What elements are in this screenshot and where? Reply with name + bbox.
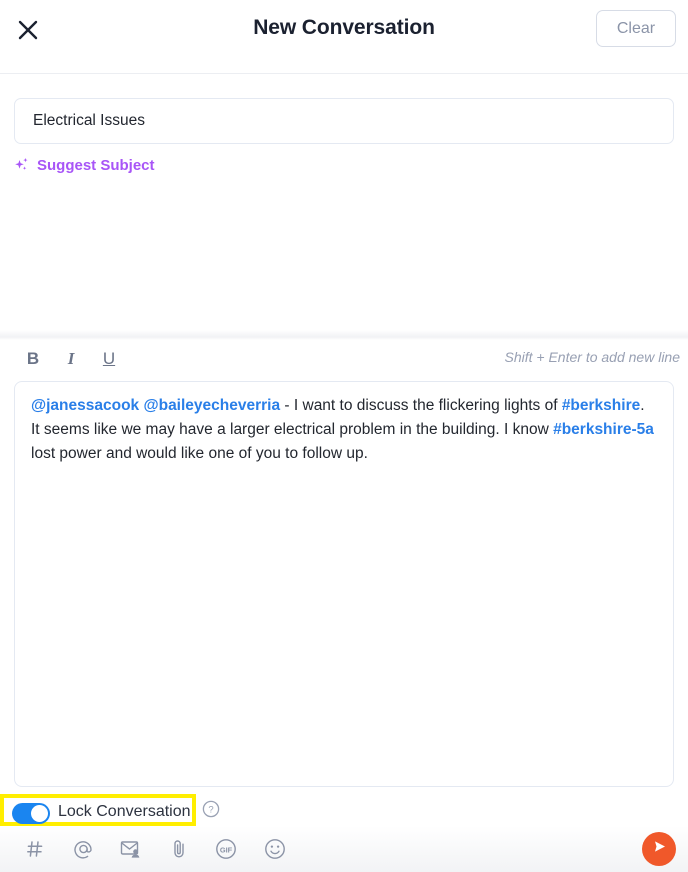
italic-button[interactable]: I — [58, 346, 84, 372]
new-conversation-dialog: New Conversation Clear Suggest Subject B… — [0, 0, 688, 872]
emoji-icon[interactable] — [260, 834, 290, 864]
message-plain-text: - I want to discuss the flickering light… — [280, 397, 562, 414]
bold-button[interactable]: B — [20, 346, 46, 372]
mention-token[interactable]: @baileyecheverria — [143, 397, 280, 414]
channel-token[interactable]: #berkshire — [562, 397, 640, 414]
message-text: @janessacook @baileyecheverria - I want … — [31, 394, 657, 466]
format-toolbar: B I U Shift + Enter to add new line — [0, 346, 688, 376]
hashtag-icon[interactable] — [20, 834, 50, 864]
mention-token[interactable]: @janessacook — [31, 397, 139, 414]
paperclip-icon[interactable] — [164, 834, 194, 864]
dialog-header: New Conversation Clear — [0, 0, 688, 74]
composer-toolbar: GIF — [0, 826, 688, 872]
send-button[interactable] — [642, 832, 676, 866]
svg-text:?: ? — [208, 805, 213, 816]
lock-conversation-toggle[interactable] — [12, 803, 50, 824]
clear-button[interactable]: Clear — [596, 10, 676, 47]
sparkle-icon — [14, 156, 30, 174]
toggle-knob — [31, 805, 48, 822]
send-icon — [651, 838, 668, 860]
message-plain-text: lost power and would like one of you to … — [31, 445, 368, 462]
suggest-subject-button[interactable]: Suggest Subject — [14, 156, 155, 174]
help-circle-icon[interactable]: ? — [202, 800, 220, 818]
lock-conversation-row[interactable]: Lock Conversation — [0, 794, 196, 826]
envelope-person-icon[interactable] — [116, 834, 146, 864]
suggest-subject-label: Suggest Subject — [37, 156, 155, 174]
at-mention-icon[interactable] — [68, 834, 98, 864]
svg-text:GIF: GIF — [220, 845, 233, 854]
subject-field-wrapper — [14, 98, 674, 144]
underline-button[interactable]: U — [96, 346, 122, 372]
channel-token[interactable]: #berkshire-5a — [553, 421, 654, 438]
page-title: New Conversation — [253, 16, 435, 39]
message-body-input[interactable]: @janessacook @baileyecheverria - I want … — [14, 381, 674, 787]
gif-icon[interactable]: GIF — [211, 834, 241, 864]
subject-input[interactable] — [14, 98, 674, 144]
newline-hint: Shift + Enter to add new line — [504, 349, 681, 365]
section-divider — [0, 330, 688, 340]
lock-conversation-label: Lock Conversation — [58, 803, 191, 820]
